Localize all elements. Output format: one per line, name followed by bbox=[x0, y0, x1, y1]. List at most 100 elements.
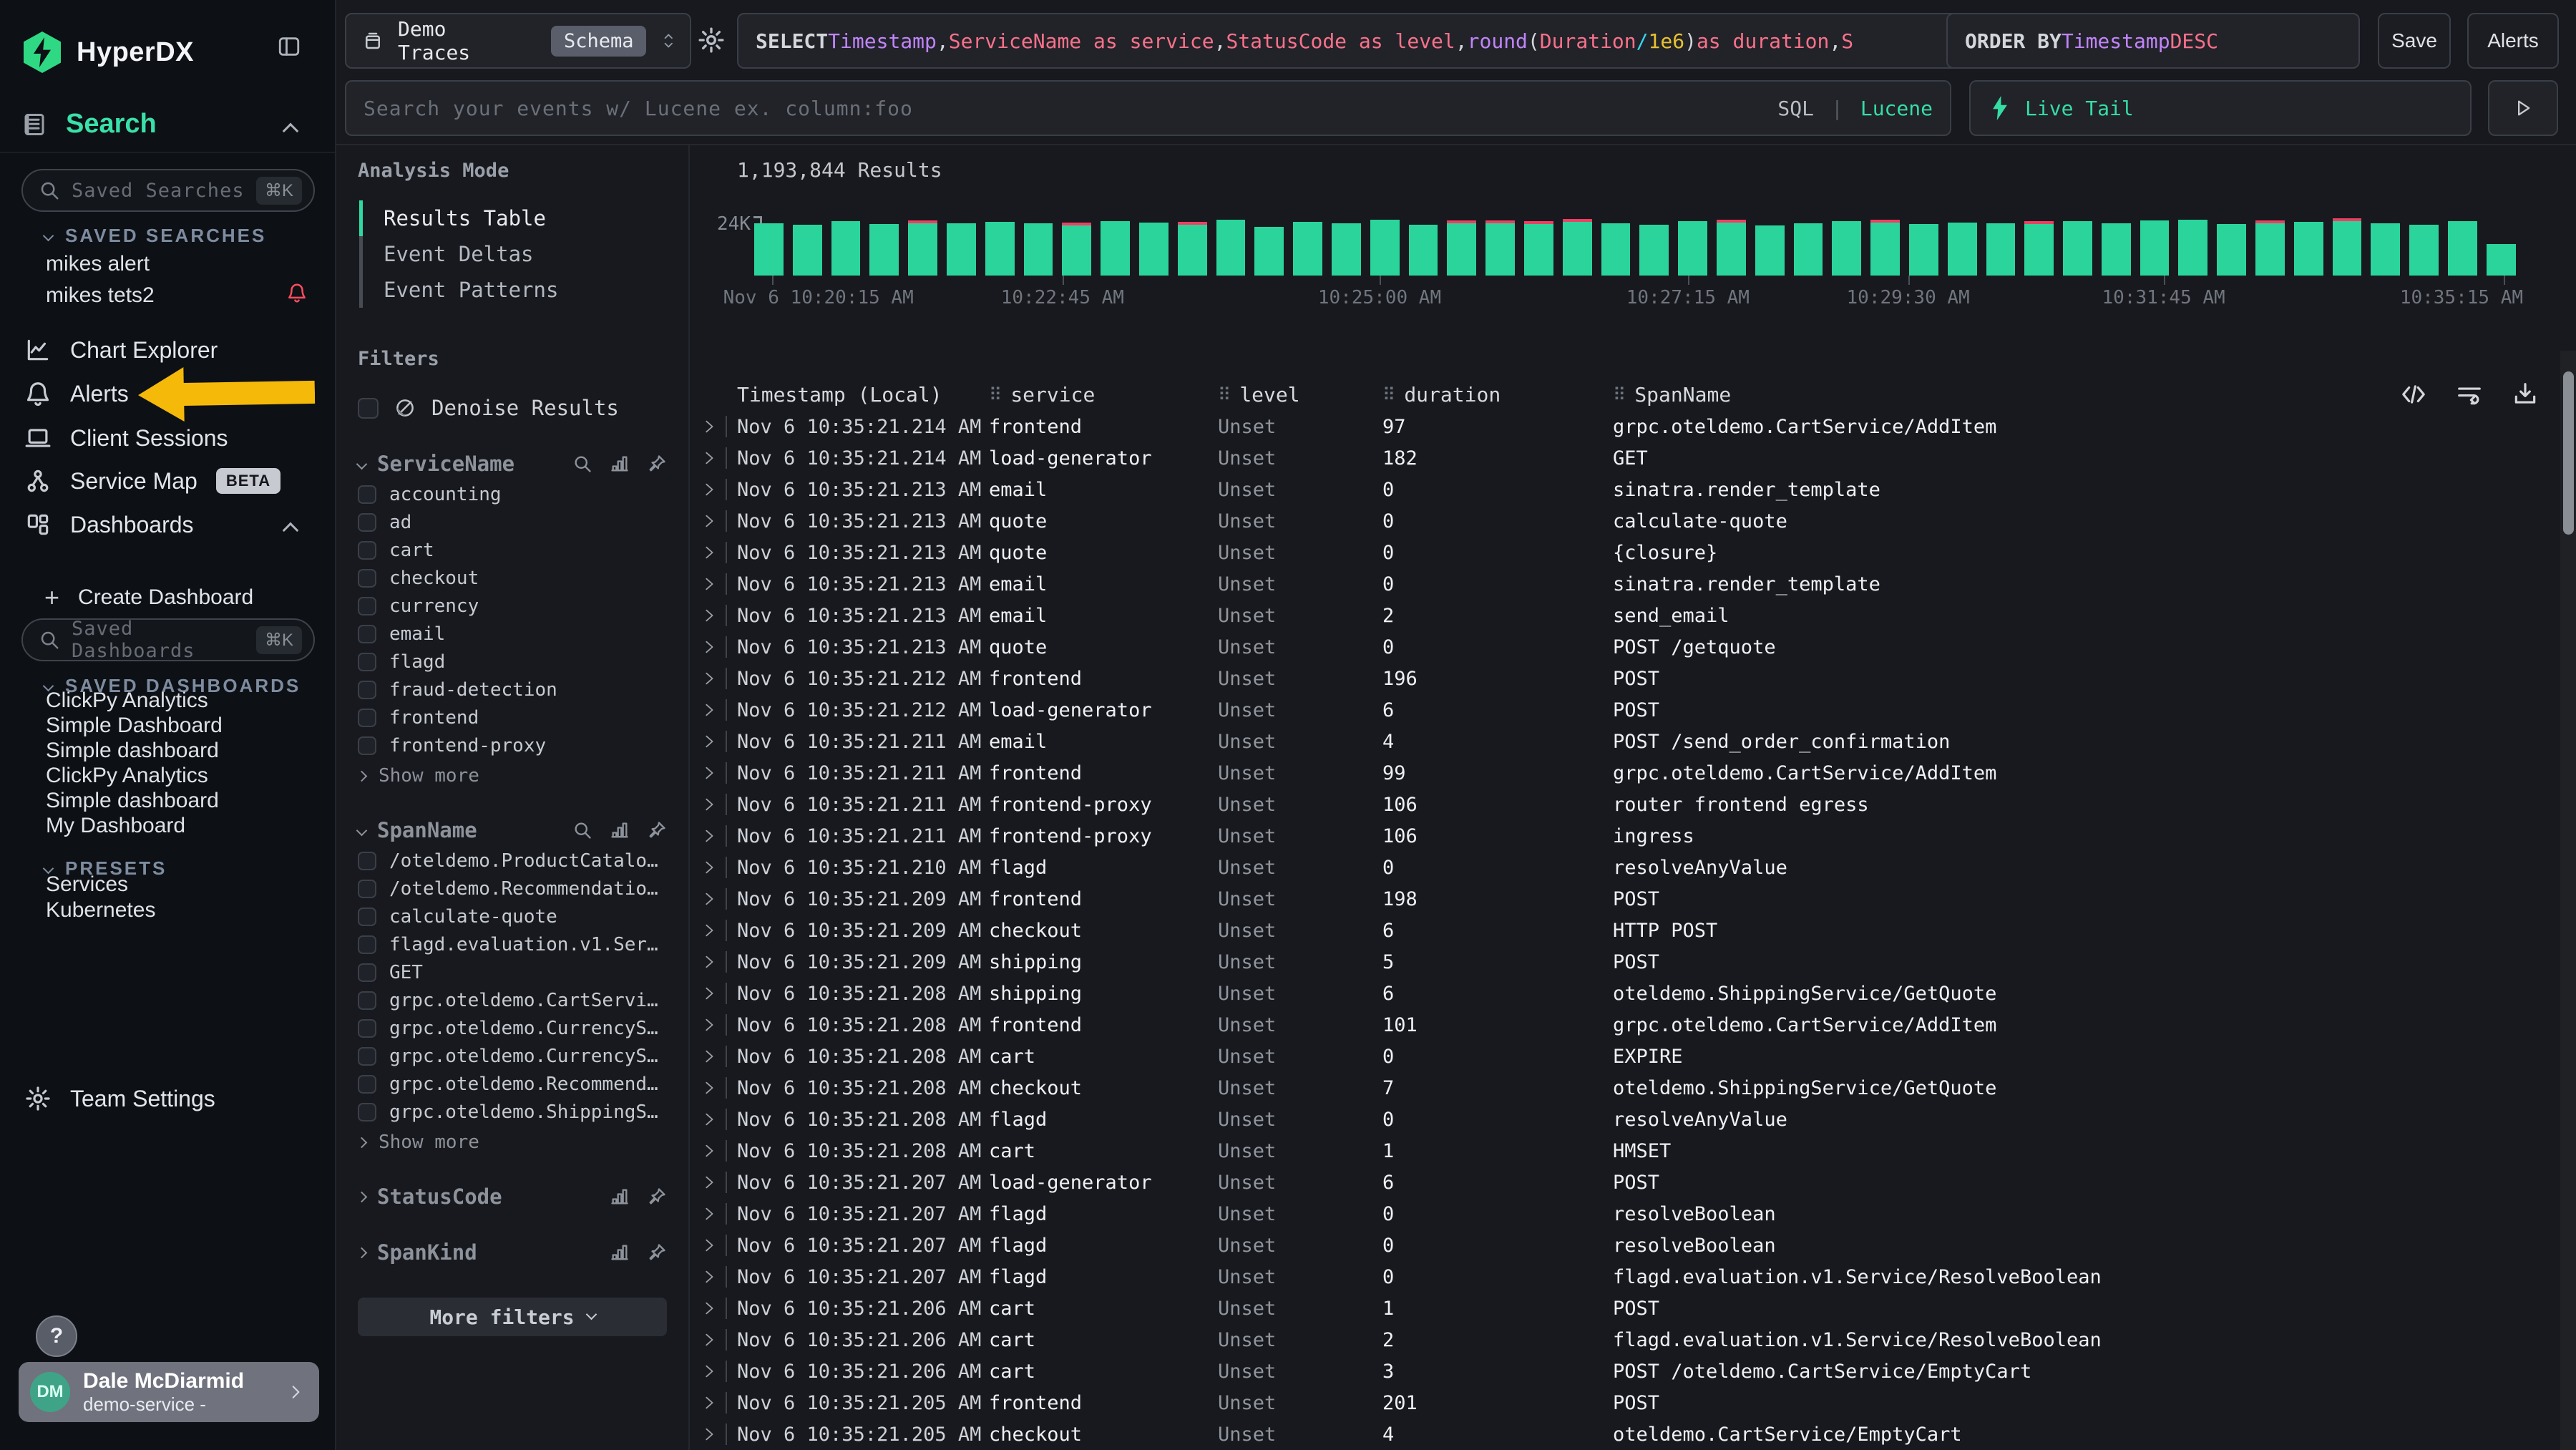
checkbox[interactable] bbox=[358, 681, 376, 699]
filter-option[interactable]: checkout bbox=[358, 569, 667, 588]
saved-searches-input[interactable]: Saved Searches ⌘K bbox=[21, 169, 315, 212]
expand-row-button[interactable] bbox=[691, 416, 737, 437]
alerts-button[interactable]: Alerts bbox=[2467, 13, 2559, 69]
expand-row-button[interactable] bbox=[691, 1361, 737, 1382]
expand-row-button[interactable] bbox=[691, 1140, 737, 1162]
table-row[interactable]: Nov 6 10:35:21.208 AMcheckoutUnset7oteld… bbox=[691, 1072, 2576, 1104]
histogram-bar[interactable] bbox=[947, 223, 976, 276]
expand-row-button[interactable] bbox=[691, 479, 737, 500]
filter-option[interactable]: calculate-quote bbox=[358, 908, 667, 926]
event-search-input[interactable]: Search your events w/ Lucene ex. column:… bbox=[345, 80, 1951, 136]
expand-row-button[interactable] bbox=[691, 762, 737, 784]
filter-option[interactable]: flagd bbox=[358, 653, 667, 671]
filter-group-header[interactable]: SpanName bbox=[358, 818, 667, 842]
checkbox[interactable] bbox=[358, 963, 376, 982]
checkbox[interactable] bbox=[358, 709, 376, 727]
histogram-bar[interactable] bbox=[1563, 222, 1592, 276]
expand-row-button[interactable] bbox=[691, 542, 737, 563]
filter-group-header[interactable]: ServiceName bbox=[358, 452, 667, 476]
column-header-service[interactable]: ⠿service bbox=[989, 383, 1218, 407]
table-row[interactable]: Nov 6 10:35:21.212 AMfrontendUnset196POS… bbox=[691, 663, 2576, 694]
expand-row-button[interactable] bbox=[691, 731, 737, 752]
drag-handle-icon[interactable]: ⠿ bbox=[1218, 384, 1231, 405]
table-row[interactable]: Nov 6 10:35:21.213 AMemailUnset2send_ema… bbox=[691, 600, 2576, 631]
histogram-bar[interactable] bbox=[2140, 220, 2170, 276]
checkbox[interactable] bbox=[358, 653, 376, 671]
download-button[interactable] bbox=[2512, 381, 2539, 408]
checkbox[interactable] bbox=[358, 541, 376, 560]
collapse-dashboards-icon[interactable] bbox=[283, 522, 299, 539]
table-row[interactable]: Nov 6 10:35:21.214 AMfrontendUnset97grpc… bbox=[691, 411, 2576, 442]
table-row[interactable]: Nov 6 10:35:21.207 AMload-generatorUnset… bbox=[691, 1167, 2576, 1198]
histogram-bar[interactable] bbox=[1485, 223, 1515, 276]
checkbox[interactable] bbox=[358, 1103, 376, 1121]
source-select[interactable]: Demo Traces Schema bbox=[345, 13, 691, 69]
pin-icon[interactable] bbox=[647, 820, 667, 840]
filter-option[interactable]: GET bbox=[358, 963, 667, 982]
filter-group-header[interactable]: SpanKind bbox=[358, 1240, 667, 1265]
table-row[interactable]: Nov 6 10:35:21.211 AMfrontend-proxyUnset… bbox=[691, 820, 2576, 852]
save-button[interactable]: Save bbox=[2378, 13, 2451, 69]
expand-row-button[interactable] bbox=[691, 668, 737, 689]
saved-dashboard-item[interactable]: My Dashboard bbox=[46, 814, 185, 838]
table-row[interactable]: Nov 6 10:35:21.207 AMflagdUnset0flagd.ev… bbox=[691, 1261, 2576, 1293]
live-tail-button[interactable]: Live Tail bbox=[1969, 80, 2472, 136]
expand-row-button[interactable] bbox=[691, 605, 737, 626]
sidebar-collapse-icon[interactable] bbox=[276, 34, 302, 59]
histogram-bar[interactable] bbox=[1447, 223, 1476, 276]
expand-row-button[interactable] bbox=[691, 794, 737, 815]
histogram-bar[interactable] bbox=[1409, 225, 1438, 276]
analysis-mode-event-deltas[interactable]: Event Deltas bbox=[359, 236, 667, 272]
saved-search-item[interactable]: mikes tets2 bbox=[46, 283, 155, 308]
events-histogram[interactable]: 24K bbox=[754, 218, 2516, 276]
histogram-bar[interactable] bbox=[1293, 222, 1322, 276]
preset-item[interactable]: Services bbox=[46, 872, 128, 897]
histogram-bar[interactable] bbox=[1370, 220, 1400, 276]
saved-dashboard-item[interactable]: Simple dashboard bbox=[46, 789, 219, 813]
expand-row-button[interactable] bbox=[691, 888, 737, 910]
pin-icon[interactable] bbox=[647, 1242, 667, 1262]
filter-option[interactable]: cart bbox=[358, 541, 667, 560]
saved-dashboard-item[interactable]: ClickPy Analytics bbox=[46, 764, 208, 788]
histogram-bar[interactable] bbox=[2487, 244, 2516, 276]
table-row[interactable]: Nov 6 10:35:21.213 AMemailUnset0sinatra.… bbox=[691, 474, 2576, 505]
table-row[interactable]: Nov 6 10:35:21.205 AMcheckoutUnset4oteld… bbox=[691, 1419, 2576, 1450]
search-icon[interactable] bbox=[572, 454, 592, 474]
saved-dashboards-input[interactable]: Saved Dashboards ⌘K bbox=[21, 618, 315, 661]
table-row[interactable]: Nov 6 10:35:21.214 AMload-generatorUnset… bbox=[691, 442, 2576, 474]
table-row[interactable]: Nov 6 10:35:21.211 AMemailUnset4POST /se… bbox=[691, 726, 2576, 757]
expand-row-button[interactable] bbox=[691, 1424, 737, 1445]
histogram-bar[interactable] bbox=[869, 224, 899, 276]
table-row[interactable]: Nov 6 10:35:21.212 AMload-generatorUnset… bbox=[691, 694, 2576, 726]
histogram-bar[interactable] bbox=[1216, 220, 1246, 276]
expand-row-button[interactable] bbox=[691, 1392, 737, 1413]
table-row[interactable]: Nov 6 10:35:21.205 AMfrontendUnset201POS… bbox=[691, 1387, 2576, 1419]
expand-row-button[interactable] bbox=[691, 699, 737, 721]
expand-row-button[interactable] bbox=[691, 1203, 737, 1225]
filter-option[interactable]: grpc.oteldemo.CartServi… bbox=[358, 991, 667, 1010]
histogram-bar[interactable] bbox=[1601, 223, 1631, 276]
filter-option[interactable]: frontend-proxy bbox=[358, 736, 667, 755]
histogram-bar[interactable] bbox=[2178, 220, 2207, 276]
sidebar-item-alerts[interactable]: Alerts bbox=[24, 380, 129, 407]
table-row[interactable]: Nov 6 10:35:21.208 AMcartUnset0EXPIRE bbox=[691, 1041, 2576, 1072]
table-row[interactable]: Nov 6 10:35:21.209 AMshippingUnset5POST bbox=[691, 946, 2576, 978]
histogram-bar[interactable] bbox=[1717, 223, 1746, 276]
checkbox[interactable] bbox=[358, 736, 376, 755]
pin-icon[interactable] bbox=[647, 1187, 667, 1207]
histogram-bar[interactable] bbox=[1755, 225, 1785, 276]
filter-group-header[interactable]: StatusCode bbox=[358, 1184, 667, 1209]
expand-row-button[interactable] bbox=[691, 920, 737, 941]
table-row[interactable]: Nov 6 10:35:21.208 AMfrontendUnset101grp… bbox=[691, 1009, 2576, 1041]
table-row[interactable]: Nov 6 10:35:21.213 AMquoteUnset0POST /ge… bbox=[691, 631, 2576, 663]
histogram-bar[interactable] bbox=[2102, 223, 2131, 276]
run-query-button[interactable] bbox=[2488, 80, 2558, 136]
table-row[interactable]: Nov 6 10:35:21.206 AMcartUnset2flagd.eva… bbox=[691, 1324, 2576, 1356]
histogram-bar[interactable] bbox=[1332, 223, 1361, 276]
histogram-bar[interactable] bbox=[1948, 223, 1977, 276]
mini-chart-icon[interactable] bbox=[610, 454, 630, 474]
wrap-lines-button[interactable] bbox=[2456, 381, 2483, 408]
checkbox[interactable] bbox=[358, 569, 376, 588]
filter-option[interactable]: ad bbox=[358, 513, 667, 532]
sidebar-item-client-sessions[interactable]: Client Sessions bbox=[24, 424, 228, 452]
